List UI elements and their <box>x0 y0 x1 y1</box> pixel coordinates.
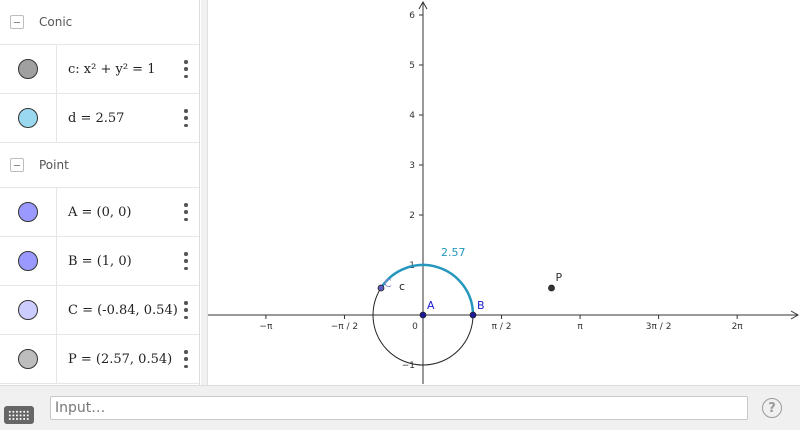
arc-label: 2.57 <box>441 246 466 259</box>
more-menu-icon[interactable] <box>183 301 189 319</box>
point-label-C: C <box>384 277 392 290</box>
visibility-toggle-c[interactable] <box>18 59 38 79</box>
x-tick-label: 2π <box>732 322 744 332</box>
help-icon[interactable]: ? <box>762 398 782 418</box>
more-menu-icon[interactable] <box>183 350 189 368</box>
algebra-text-d[interactable]: d = 2.57 <box>68 111 124 126</box>
algebra-view: Conic c: x² + y² = 1 d = 2.57 Point A = … <box>0 0 200 385</box>
collapse-point-button[interactable] <box>10 158 24 172</box>
more-menu-icon[interactable] <box>183 60 189 78</box>
group-title-point: Point <box>39 158 69 172</box>
visibility-toggle-A[interactable] <box>18 202 38 222</box>
point-label-B: B <box>477 299 485 312</box>
marble-cell <box>0 335 57 383</box>
graphics-canvas[interactable]: −π −π / 2π / 2 π 3π / 2 2π0−1123456 c2.57A BC… <box>208 0 800 385</box>
marble-cell <box>0 45 57 93</box>
point-P <box>548 284 555 292</box>
group-header-point[interactable]: Point <box>0 143 199 188</box>
algebra-item-C[interactable]: C = (-0.84, 0.54) <box>0 286 199 335</box>
view-splitter[interactable] <box>201 0 208 385</box>
y-tick-label: 5 <box>409 61 415 71</box>
algebra-item-c[interactable]: c: x² + y² = 1 <box>0 45 199 94</box>
algebra-item-P[interactable]: P = (2.57, 0.54) <box>0 335 199 384</box>
marble-cell <box>0 188 57 236</box>
circle-label: c <box>399 280 405 293</box>
algebra-item-B[interactable]: B = (1, 0) <box>0 237 199 286</box>
x-tick-label: 3π / 2 <box>646 322 672 332</box>
input-field[interactable] <box>50 396 748 420</box>
algebra-text-c[interactable]: c: x² + y² = 1 <box>68 62 155 77</box>
y-tick-label: 4 <box>409 111 415 121</box>
point-label-P: P <box>556 271 563 284</box>
point-label-A: A <box>427 299 435 312</box>
visibility-toggle-C[interactable] <box>18 300 38 320</box>
group-header-conic[interactable]: Conic <box>0 0 199 45</box>
marble-cell <box>0 237 57 285</box>
graphics-view[interactable]: −π −π / 2π / 2 π 3π / 2 2π 0 −1 1 2 3 4 5 6 c 2.57 A B C… <box>208 0 800 385</box>
algebra-item-A[interactable]: A = (0, 0) <box>0 188 199 237</box>
keyboard-icon[interactable] <box>4 406 34 424</box>
algebra-text-P[interactable]: P = (2.57, 0.54) <box>68 352 172 367</box>
visibility-toggle-d[interactable] <box>18 108 38 128</box>
origin-label: 0 <box>412 322 418 332</box>
x-tick-label: −π <box>259 322 273 332</box>
marble-cell <box>0 94 57 142</box>
algebra-text-B[interactable]: B = (1, 0) <box>68 254 132 269</box>
algebra-text-A[interactable]: A = (0, 0) <box>68 205 132 220</box>
y-tick-label: 6 <box>409 11 415 21</box>
marble-cell <box>0 286 57 334</box>
collapse-conic-button[interactable] <box>10 15 24 29</box>
more-menu-icon[interactable] <box>183 252 189 270</box>
y-tick-label: 2 <box>409 211 415 221</box>
visibility-toggle-B[interactable] <box>18 251 38 271</box>
y-tick-label: 3 <box>409 161 415 171</box>
more-menu-icon[interactable] <box>183 203 189 221</box>
visibility-toggle-P[interactable] <box>18 349 38 369</box>
group-title-conic: Conic <box>39 15 73 29</box>
input-bar: ? <box>0 385 800 430</box>
x-tick-label: π <box>577 322 583 332</box>
algebra-text-C[interactable]: C = (-0.84, 0.54) <box>68 303 178 318</box>
point-B <box>469 311 477 319</box>
algebra-item-d[interactable]: d = 2.57 <box>0 94 199 143</box>
more-menu-icon[interactable] <box>183 109 189 127</box>
x-tick-label: −π / 2 <box>331 322 358 332</box>
point-A <box>419 311 427 319</box>
x-tick-label: π / 2 <box>492 322 512 332</box>
